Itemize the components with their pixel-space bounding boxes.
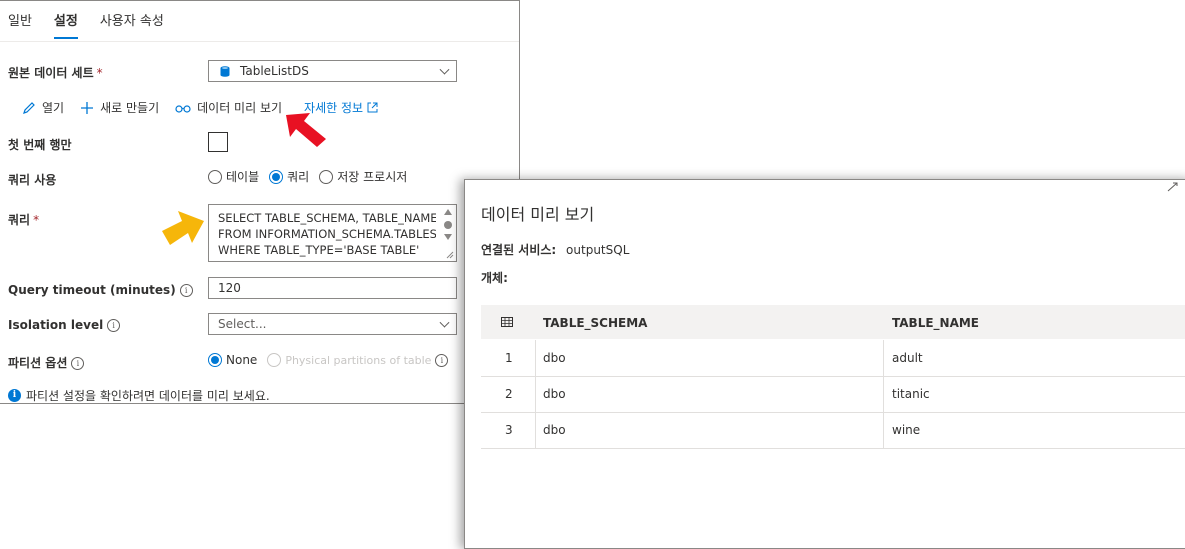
cell-table-name: titanic <box>892 387 930 401</box>
preview-title: 데이터 미리 보기 <box>481 205 595 224</box>
scroll-up-icon[interactable] <box>444 209 452 215</box>
isolation-level-label: Isolation level i <box>8 318 121 332</box>
cell-table-name: adult <box>892 351 923 365</box>
column-header-table-name[interactable]: TABLE_NAME <box>892 316 979 330</box>
info-icon[interactable]: i <box>71 357 85 370</box>
info-icon[interactable]: i <box>179 284 193 297</box>
radio-physical-partitions[interactable]: Physical partitions of table i <box>267 353 449 367</box>
scroll-thumb[interactable] <box>444 221 452 229</box>
plus-icon <box>81 101 94 114</box>
radio-stored-procedure[interactable]: 저장 프로시저 <box>319 168 407 185</box>
cell-table-name: wine <box>892 423 921 437</box>
object-label: 개체: <box>481 271 508 285</box>
tab-bar: 일반 설정 사용자 속성 <box>8 11 186 41</box>
query-textarea[interactable]: SELECT TABLE_SCHEMA, TABLE_NAME FROM INF… <box>208 204 457 262</box>
column-divider <box>883 340 884 376</box>
query-text: SELECT TABLE_SCHEMA, TABLE_NAME FROM INF… <box>218 210 436 258</box>
expand-icon[interactable] <box>1167 182 1179 192</box>
external-link-icon <box>367 102 378 113</box>
partition-radio-group: None Physical partitions of table i <box>208 353 458 367</box>
radio-circle-selected <box>208 353 222 367</box>
info-icon[interactable]: i <box>435 353 449 367</box>
isolation-level-select[interactable]: Select... <box>208 313 457 335</box>
radio-none-label: None <box>226 353 258 367</box>
radio-table[interactable]: 테이블 <box>208 168 259 185</box>
row-number: 2 <box>505 387 513 401</box>
use-query-radio-group: 테이블 쿼리 저장 프로시저 <box>208 168 417 185</box>
preview-data-label: 데이터 미리 보기 <box>197 101 283 115</box>
cell-table-schema: dbo <box>543 423 566 437</box>
table-row: 3 dbo wine <box>481 412 1185 449</box>
row-number: 1 <box>505 351 513 365</box>
query-line: SELECT TABLE_SCHEMA, TABLE_NAME <box>218 211 436 225</box>
table-grid-icon <box>501 317 513 327</box>
radio-circle <box>267 353 282 367</box>
column-divider <box>535 340 536 376</box>
info-filled-icon: i <box>8 389 21 402</box>
row-number: 3 <box>505 423 513 437</box>
preview-data-button[interactable]: 데이터 미리 보기 <box>175 99 282 116</box>
open-button[interactable]: 열기 <box>22 99 64 116</box>
source-dataset-label: 원본 데이터 세트 * <box>8 66 103 80</box>
partition-info-message: i 파티션 설정을 확인하려면 데이터를 미리 보세요. <box>8 387 270 404</box>
radio-query[interactable]: 쿼리 <box>269 168 309 185</box>
scroll-down-icon[interactable] <box>444 234 452 240</box>
data-preview-panel: 데이터 미리 보기 연결된 서비스: outputSQL 개체: TABLE_S… <box>464 179 1185 549</box>
source-dataset-select[interactable]: TableListDS <box>208 60 457 82</box>
tab-settings[interactable]: 설정 <box>53 11 78 41</box>
tab-divider <box>0 41 519 42</box>
query-timeout-input[interactable]: 120 <box>208 277 457 299</box>
column-divider <box>883 412 884 448</box>
first-row-only-label: 첫 번째 행만 <box>8 138 72 152</box>
resize-handle-icon[interactable] <box>446 251 454 259</box>
query-label: 쿼리 * <box>8 213 40 227</box>
query-line: WHERE TABLE_TYPE='BASE TABLE' <box>218 243 420 257</box>
chevron-down-icon <box>439 64 450 75</box>
linked-service-label: 연결된 서비스: <box>481 243 557 257</box>
table-row: 2 dbo titanic <box>481 376 1185 413</box>
query-timeout-value: 120 <box>218 281 241 295</box>
tab-user-properties[interactable]: 사용자 속성 <box>100 11 164 41</box>
column-divider <box>535 376 536 412</box>
column-header-table-schema[interactable]: TABLE_SCHEMA <box>543 316 647 330</box>
glasses-icon <box>175 104 191 113</box>
dataset-icon <box>220 66 230 80</box>
query-line: FROM INFORMATION_SCHEMA.TABLES <box>218 227 436 241</box>
radio-query-label: 쿼리 <box>287 170 310 184</box>
radio-stored-procedure-label: 저장 프로시저 <box>337 170 408 184</box>
settings-panel: 일반 설정 사용자 속성 원본 데이터 세트 * TableListDS 열기 새… <box>0 0 520 404</box>
yellow-arrow-annotation <box>162 211 204 245</box>
radio-circle-selected <box>269 169 284 184</box>
first-row-only-checkbox[interactable] <box>208 132 228 152</box>
dataset-toolbar: 열기 새로 만들기 데이터 미리 보기 자세한 정보 <box>22 99 394 116</box>
open-label: 열기 <box>42 101 65 115</box>
info-icon[interactable]: i <box>107 319 121 332</box>
new-label: 새로 만들기 <box>100 101 160 115</box>
column-divider <box>883 376 884 412</box>
pencil-icon <box>23 101 35 114</box>
source-dataset-value: TableListDS <box>240 64 309 78</box>
tab-general[interactable]: 일반 <box>8 11 32 41</box>
table-header: TABLE_SCHEMA TABLE_NAME <box>481 305 1185 339</box>
table-row: 1 dbo adult <box>481 340 1185 377</box>
radio-partition-none[interactable]: None <box>208 353 257 367</box>
info-message-text: 파티션 설정을 확인하려면 데이터를 미리 보세요. <box>26 389 270 403</box>
radio-circle <box>319 169 334 184</box>
column-divider <box>535 412 536 448</box>
linked-service-value: outputSQL <box>566 243 630 257</box>
cell-table-schema: dbo <box>543 351 566 365</box>
new-button[interactable]: 새로 만들기 <box>80 99 159 116</box>
use-query-label: 쿼리 사용 <box>8 173 57 187</box>
cell-table-schema: dbo <box>543 387 566 401</box>
radio-circle <box>208 169 222 184</box>
radio-physical-partitions-label: Physical partitions of table <box>285 353 432 367</box>
chevron-down-icon <box>439 317 450 328</box>
red-arrow-annotation <box>286 113 326 147</box>
query-timeout-label: Query timeout (minutes) i <box>8 283 193 297</box>
partition-option-label: 파티션 옵션 i <box>8 354 85 371</box>
radio-table-label: 테이블 <box>226 170 260 184</box>
linked-service-row: 연결된 서비스: outputSQL <box>481 241 629 258</box>
isolation-level-placeholder: Select... <box>218 317 267 331</box>
